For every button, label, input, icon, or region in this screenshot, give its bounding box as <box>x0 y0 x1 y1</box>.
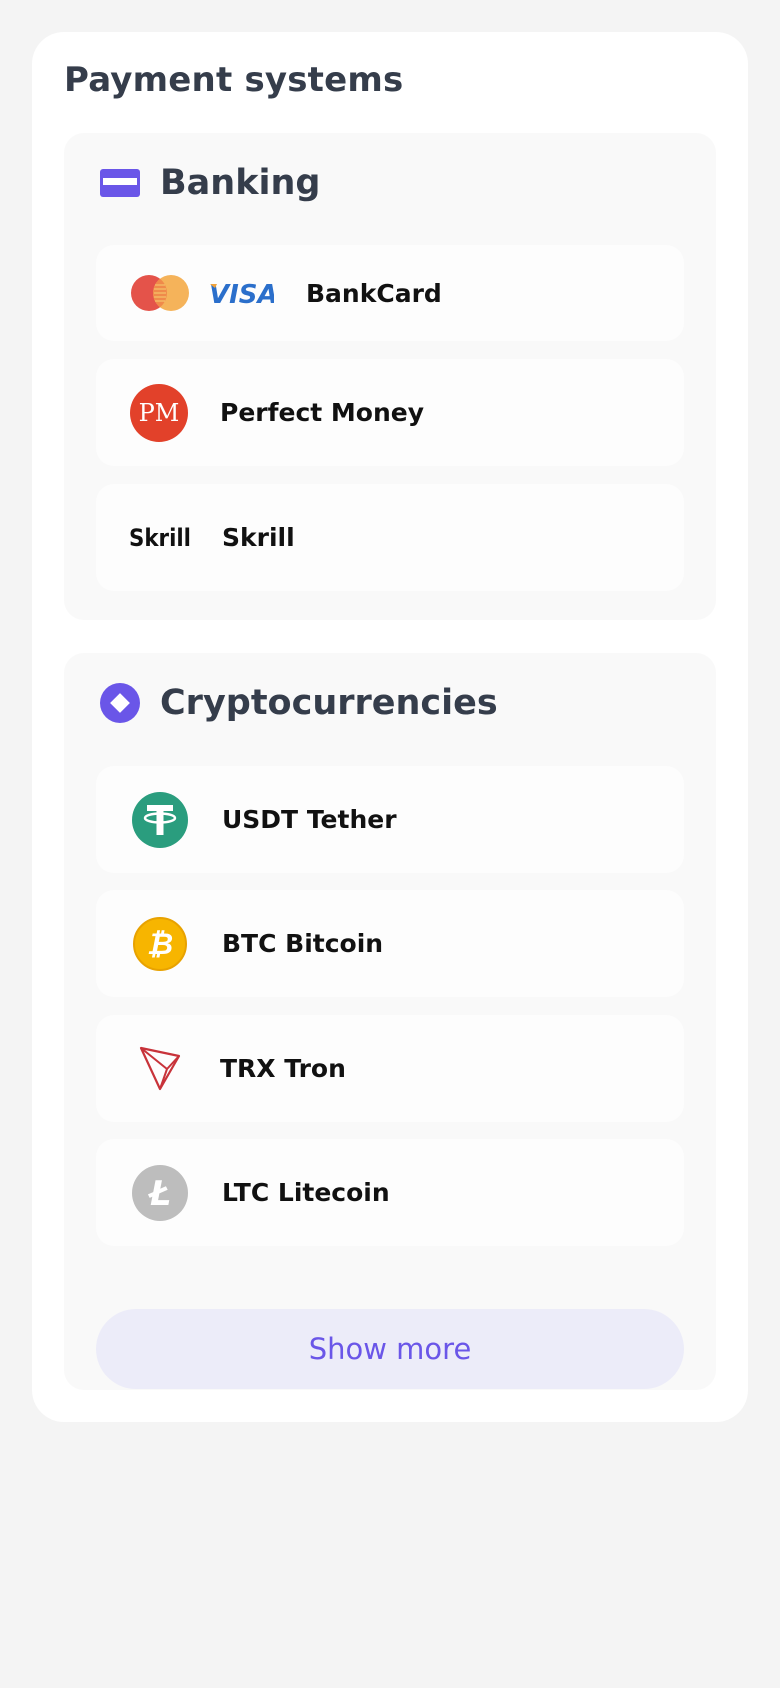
banking-header: Banking <box>100 163 320 203</box>
crypto-header: Cryptocurrencies <box>100 683 498 723</box>
mastercard-icon <box>131 275 189 311</box>
skrill-icon: Skrill <box>129 525 191 551</box>
payment-systems-card: Payment systems Banking VISA BankCard PM… <box>32 32 748 1422</box>
bitcoin-icon: ₿ <box>133 916 187 971</box>
litecoin-icon: Ł <box>132 1164 188 1221</box>
svg-text:Ł: Ł <box>148 1174 171 1214</box>
perfect-money-icon: PM <box>130 383 188 442</box>
item-label: USDT Tether <box>222 805 397 834</box>
item-label: TRX Tron <box>220 1054 346 1083</box>
crypto-title: Cryptocurrencies <box>160 683 498 723</box>
tron-icon <box>139 1046 181 1090</box>
payment-option-skrill[interactable]: Skrill Skrill <box>96 484 684 591</box>
payment-option-btc[interactable]: ₿ BTC Bitcoin <box>96 890 684 997</box>
svg-text:Skrill: Skrill <box>129 525 191 551</box>
payment-option-usdt[interactable]: USDT Tether <box>96 766 684 873</box>
crypto-section: Cryptocurrencies USDT Tether ₿ BTC Bitco… <box>64 653 716 1390</box>
svg-text:₿: ₿ <box>147 927 173 962</box>
item-label: BTC Bitcoin <box>222 929 384 958</box>
item-label: BankCard <box>306 278 442 308</box>
svg-text:VISA: VISA <box>209 280 274 307</box>
visa-icon: VISA <box>209 280 274 307</box>
payment-option-trx[interactable]: TRX Tron <box>96 1015 684 1122</box>
item-label: LTC Litecoin <box>222 1178 390 1207</box>
show-more-button[interactable]: Show more <box>96 1309 684 1389</box>
page-title: Payment systems <box>64 60 404 100</box>
banking-title: Banking <box>160 163 321 203</box>
diamond-icon <box>100 683 140 723</box>
card-icon <box>100 169 140 197</box>
item-label: Perfect Money <box>220 398 425 427</box>
tether-icon <box>132 791 188 848</box>
payment-option-bankcard[interactable]: VISA BankCard <box>96 245 684 341</box>
payment-option-perfect-money[interactable]: PM Perfect Money <box>96 359 684 466</box>
banking-section: Banking VISA BankCard PM Perfect Money S… <box>64 133 716 620</box>
svg-text:PM: PM <box>139 399 180 427</box>
payment-option-ltc[interactable]: Ł LTC Litecoin <box>96 1139 684 1246</box>
item-label: Skrill <box>222 523 295 552</box>
